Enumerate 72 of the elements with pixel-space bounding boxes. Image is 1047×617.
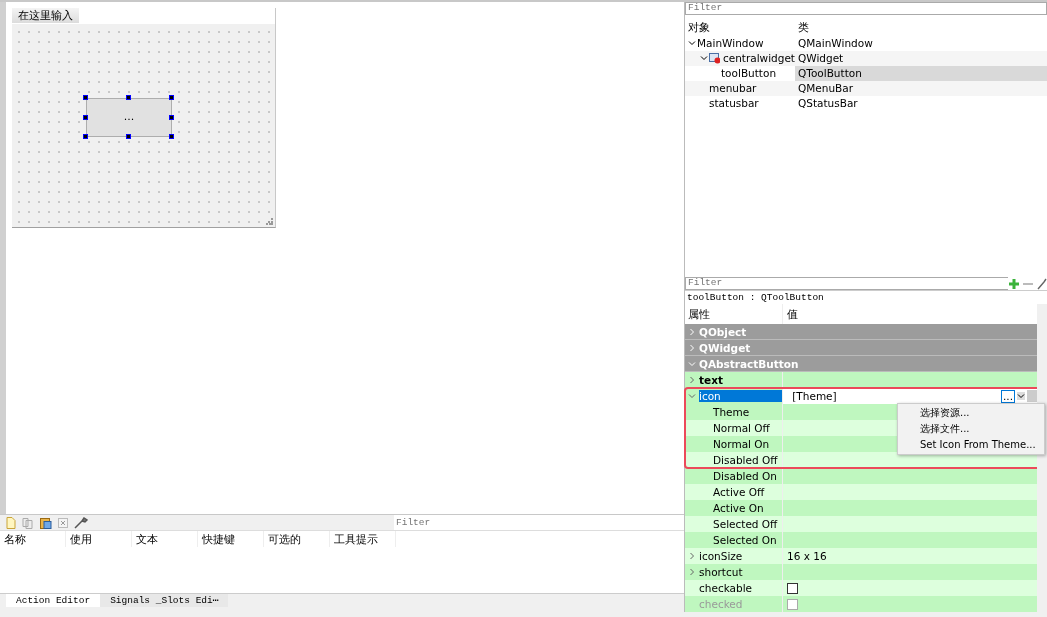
property-name[interactable]: Theme <box>713 406 782 418</box>
class-name: QMenuBar <box>797 80 855 96</box>
class-name: QWidget <box>797 50 845 66</box>
selection-handle[interactable] <box>83 114 88 120</box>
checkbox[interactable] <box>787 582 798 594</box>
collapse-icon[interactable] <box>688 359 696 368</box>
property-name[interactable]: Normal Off <box>713 422 782 434</box>
menu-item[interactable]: 选择资源... <box>898 405 1044 421</box>
object-name[interactable]: toolButton <box>721 65 777 81</box>
column-header[interactable]: 对象 <box>685 17 795 36</box>
class-name: QStatusBar <box>797 95 859 111</box>
selection-handle[interactable] <box>169 134 174 139</box>
expand-icon[interactable] <box>688 343 696 352</box>
property-name[interactable]: Active On <box>713 502 782 514</box>
property-name[interactable]: Normal On <box>713 438 782 450</box>
collapse-icon[interactable] <box>699 54 708 63</box>
resize-grip-icon[interactable] <box>266 218 273 225</box>
property-name[interactable]: icon <box>699 390 782 402</box>
expand-icon[interactable] <box>688 568 696 576</box>
property-name[interactable]: text <box>699 374 782 386</box>
column-header[interactable]: 工具提示 <box>330 531 396 548</box>
tab[interactable]: Signals _Slots Edi⋯ <box>100 594 229 608</box>
filter-field[interactable]: Filter <box>685 2 1047 15</box>
dropdown-icon[interactable] <box>1017 392 1025 400</box>
column-header[interactable]: 类 <box>795 17 1047 36</box>
column-header[interactable]: 名称 <box>0 531 66 548</box>
selection-handle[interactable] <box>126 95 131 100</box>
more-button[interactable]: ... <box>1001 389 1015 403</box>
selection-handle[interactable] <box>169 114 174 120</box>
selection-handle[interactable] <box>169 95 174 100</box>
menu-item[interactable]: Set Icon From Theme... <box>898 437 1044 453</box>
property-name[interactable]: Selected Off <box>713 518 782 530</box>
column-header[interactable]: 快捷键 <box>198 531 264 548</box>
object-name[interactable]: statusbar <box>709 95 759 111</box>
tool-button[interactable]: ... <box>86 98 172 137</box>
property-name[interactable]: Active Off <box>713 486 782 498</box>
object-name[interactable]: centralwidget <box>722 50 795 66</box>
delete-icon[interactable] <box>58 517 68 528</box>
object-name[interactable]: MainWindow <box>697 35 764 51</box>
tab[interactable]: Action Editor <box>6 594 101 608</box>
property-value[interactable]: 16 x 16 <box>787 550 827 562</box>
object-name[interactable]: menubar <box>709 80 757 96</box>
property-name[interactable]: Disabled Off <box>713 454 782 466</box>
object-label: toolButton : QToolButton <box>685 290 1047 304</box>
selection-handle[interactable] <box>83 134 88 139</box>
copy-icon[interactable] <box>22 516 34 529</box>
selection-handle[interactable] <box>126 134 131 139</box>
expand-icon[interactable] <box>688 552 696 560</box>
class-name: QMainWindow <box>797 35 874 51</box>
property-value[interactable]: [Theme] <box>787 390 837 402</box>
property-name[interactable]: checkable <box>699 582 782 594</box>
property-name[interactable]: Disabled On <box>713 470 782 482</box>
column-header[interactable]: 可选的 <box>264 531 330 548</box>
new-document-icon[interactable] <box>6 516 16 529</box>
selection-handle[interactable] <box>83 95 88 100</box>
property-name[interactable]: Selected On <box>713 534 782 546</box>
expand-icon[interactable] <box>688 327 696 336</box>
filter-field[interactable]: Filter <box>685 277 1008 290</box>
property-name[interactable]: shortcut <box>699 566 782 578</box>
paste-icon[interactable] <box>40 516 52 529</box>
column-header[interactable]: 值 <box>783 304 1037 324</box>
collapse-icon[interactable] <box>688 392 696 400</box>
filter-field[interactable]: Filter <box>394 515 684 531</box>
menu-item[interactable]: 选择文件... <box>898 421 1044 437</box>
widget-icon <box>708 52 720 64</box>
expand-icon[interactable] <box>688 376 696 384</box>
add-icon[interactable] <box>1007 277 1020 290</box>
collapse-icon[interactable] <box>688 39 696 48</box>
column-header[interactable]: 使用 <box>66 531 132 548</box>
column-header[interactable]: 文本 <box>132 531 198 548</box>
menu-placeholder[interactable]: 在这里输入 <box>12 8 79 23</box>
property-name[interactable]: iconSize <box>699 550 782 562</box>
